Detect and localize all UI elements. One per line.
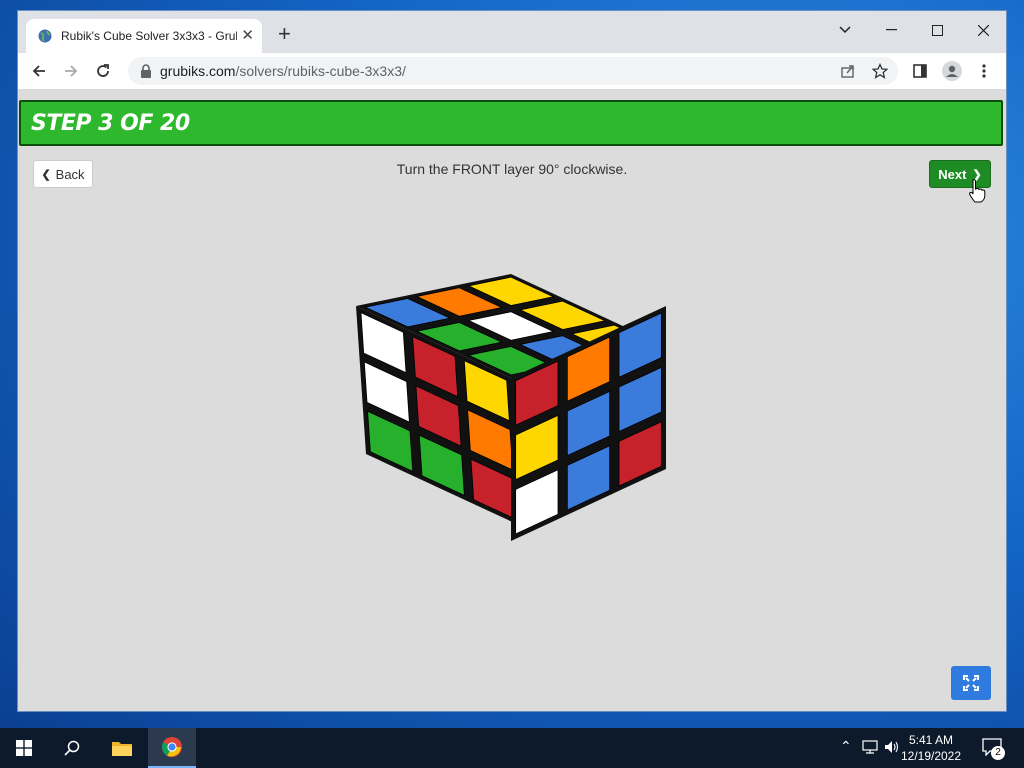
hand-cursor-icon (969, 179, 986, 203)
tab-close-icon[interactable]: ✕ (241, 28, 254, 44)
tab-strip: Rubik's Cube Solver 3x3x3 - Grubiks ✕ + (18, 11, 1006, 53)
browser-toolbar: grubiks.com/solvers/rubiks-cube-3x3x3/ (18, 53, 1006, 90)
system-clock[interactable]: 5:41 AM 12/19/2022 (896, 732, 966, 764)
tab-title: Rubik's Cube Solver 3x3x3 - Grubiks (61, 29, 237, 43)
chevron-up-icon[interactable]: ⌃ (840, 738, 852, 755)
step-banner: STEP 3 OF 20 (19, 100, 1003, 146)
menu-kebab-icon[interactable] (973, 60, 995, 82)
search-icon[interactable] (48, 728, 96, 768)
minimize-icon[interactable] (868, 15, 914, 45)
tab-search-icon[interactable] (822, 15, 868, 45)
side-panel-icon[interactable] (909, 60, 931, 82)
start-windows-icon[interactable] (0, 728, 48, 768)
fullscreen-button[interactable] (951, 666, 991, 700)
windows-taskbar: ⌃ 5:41 AM 12/19/2022 2 (0, 728, 1024, 768)
browser-tab[interactable]: Rubik's Cube Solver 3x3x3 - Grubiks ✕ (26, 19, 262, 53)
close-window-icon[interactable] (960, 15, 1006, 45)
url-path: /solvers/rubiks-cube-3x3x3/ (235, 63, 406, 79)
expand-icon (963, 675, 979, 691)
bookmark-star-icon[interactable] (869, 60, 891, 82)
notification-count-badge: 2 (991, 746, 1005, 760)
maximize-icon[interactable] (914, 15, 960, 45)
new-tab-icon[interactable]: + (278, 23, 291, 45)
network-icon[interactable] (862, 740, 878, 754)
file-explorer-icon[interactable] (98, 728, 146, 768)
step-instruction: Turn the FRONT layer 90° clockwise. (396, 161, 628, 177)
notifications-button[interactable]: 2 (982, 738, 1005, 761)
globe-favicon-icon (38, 29, 52, 43)
url-text: grubiks.com/solvers/rubiks-cube-3x3x3/ (160, 63, 406, 79)
forward-arrow-icon[interactable] (60, 60, 82, 82)
reload-icon[interactable] (92, 60, 114, 82)
browser-window: Rubik's Cube Solver 3x3x3 - Grubiks ✕ + (18, 11, 1006, 711)
url-host: grubiks.com (160, 63, 236, 79)
share-icon[interactable] (837, 60, 859, 82)
step-title: STEP 3 OF 20 (31, 111, 190, 136)
chrome-taskbar-icon[interactable] (148, 728, 196, 768)
profile-avatar-icon[interactable] (941, 60, 963, 82)
clock-time: 5:41 AM (908, 733, 954, 747)
rubiks-cube-3d-view[interactable] (348, 270, 678, 600)
address-bar[interactable]: grubiks.com/solvers/rubiks-cube-3x3x3/ (128, 57, 898, 85)
lock-icon (141, 64, 151, 78)
page-content: STEP 3 OF 20 ❮ Back Turn the FRONT layer… (18, 90, 1006, 711)
next-button-label: Next (938, 166, 967, 182)
clock-date: 12/19/2022 (900, 749, 962, 763)
back-arrow-icon[interactable] (28, 60, 50, 82)
